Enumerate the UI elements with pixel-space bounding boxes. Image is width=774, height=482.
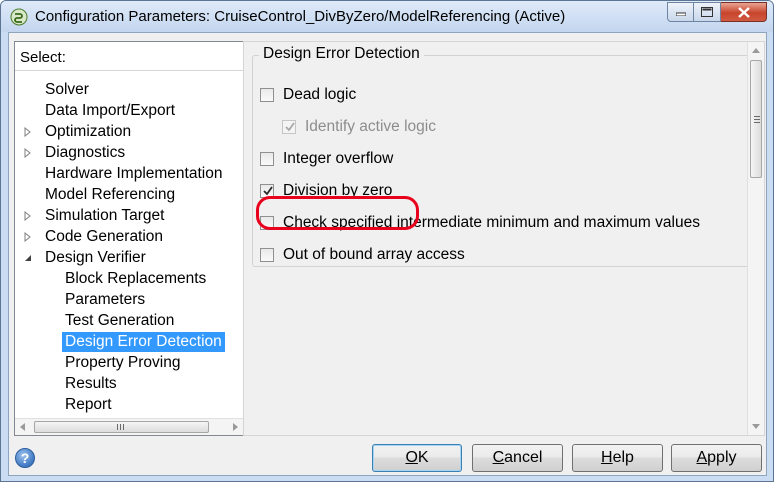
help-button[interactable]: Help (572, 444, 663, 472)
scroll-right-icon[interactable] (229, 422, 241, 432)
dialog-client: Select: Solver Data Import/Export Optimiza… (8, 32, 767, 476)
scroll-up-icon[interactable] (751, 45, 761, 57)
minimize-icon (675, 12, 686, 16)
option-checkbox[interactable] (260, 248, 274, 262)
maximize-button[interactable] (694, 2, 721, 22)
option-row: Identify active logic (282, 117, 436, 137)
maximize-icon (701, 7, 713, 17)
option-label: Identify active logic (305, 118, 436, 135)
horizontal-scroll-thumb[interactable] (34, 421, 209, 433)
category-tree[interactable]: Select: Solver Data Import/Export Optimiza… (14, 41, 244, 436)
vertical-scroll-thumb[interactable] (750, 60, 762, 178)
annotation-highlight-ring (256, 196, 419, 230)
checkmark-icon (285, 122, 295, 132)
tree-header: Select: (20, 49, 66, 66)
tree-item[interactable]: Model Referencing (42, 185, 178, 205)
minimize-button[interactable] (667, 2, 694, 22)
tree-horizontal-scrollbar[interactable] (15, 418, 243, 435)
tree-item[interactable]: Block Replacements (62, 269, 209, 289)
tree-item[interactable]: Report (62, 395, 115, 415)
tree-item[interactable]: Optimization (42, 122, 134, 142)
tree-item[interactable]: Data Import/Export (42, 101, 178, 121)
title-bar[interactable]: Configuration Parameters: CruiseControl_… (1, 1, 773, 32)
tree-item[interactable]: Solver (42, 80, 92, 100)
option-checkbox (282, 120, 296, 134)
tree-collapsed-icon[interactable] (23, 127, 33, 137)
option-row[interactable]: Integer overflow (260, 149, 393, 169)
cancel-button[interactable]: Cancel (472, 444, 563, 472)
tree-item[interactable]: Design Error Detection (62, 332, 225, 352)
scroll-left-icon[interactable] (17, 422, 29, 432)
close-icon (737, 6, 750, 18)
option-row[interactable]: Dead logic (260, 85, 356, 105)
tree-item[interactable]: Results (62, 374, 120, 394)
tree-item[interactable]: Hardware Implementation (42, 164, 225, 184)
tree-item[interactable]: Property Proving (62, 353, 183, 373)
tree-item[interactable]: Parameters (62, 290, 148, 310)
tree-divider (15, 70, 243, 71)
help-question-icon[interactable]: ? (15, 448, 35, 468)
scroll-down-icon[interactable] (751, 420, 761, 432)
simulink-app-icon (10, 8, 28, 26)
tree-expanded-icon[interactable] (23, 253, 33, 263)
tree-collapsed-icon[interactable] (23, 148, 33, 158)
tree-item[interactable]: Diagnostics (42, 143, 128, 163)
option-label: Out of bound array access (283, 246, 465, 263)
window-title: Configuration Parameters: CruiseControl_… (35, 8, 566, 25)
option-row[interactable]: Out of bound array access (260, 245, 465, 265)
close-button[interactable] (721, 2, 767, 22)
panel-vertical-scrollbar[interactable] (747, 42, 764, 435)
tree-collapsed-icon[interactable] (23, 232, 33, 242)
tree-item[interactable]: Design Verifier (42, 248, 149, 268)
option-checkbox[interactable] (260, 152, 274, 166)
settings-panel: Design Error Detection Dead logic Identif… (243, 41, 765, 436)
caption-buttons (667, 2, 767, 22)
apply-button[interactable]: Apply (671, 444, 762, 472)
option-label: Integer overflow (283, 150, 394, 167)
option-checkbox[interactable] (260, 88, 274, 102)
tree-item[interactable]: Simulation Target (42, 206, 167, 226)
group-title: Design Error Detection (259, 45, 424, 63)
config-dialog-window: Configuration Parameters: CruiseControl_… (0, 0, 774, 482)
tree-item[interactable]: Code Generation (42, 227, 166, 247)
tree-collapsed-icon[interactable] (23, 211, 33, 221)
option-label: Dead logic (283, 86, 357, 103)
tree-item[interactable]: Test Generation (62, 311, 177, 331)
ok-button[interactable]: OK (372, 444, 462, 472)
